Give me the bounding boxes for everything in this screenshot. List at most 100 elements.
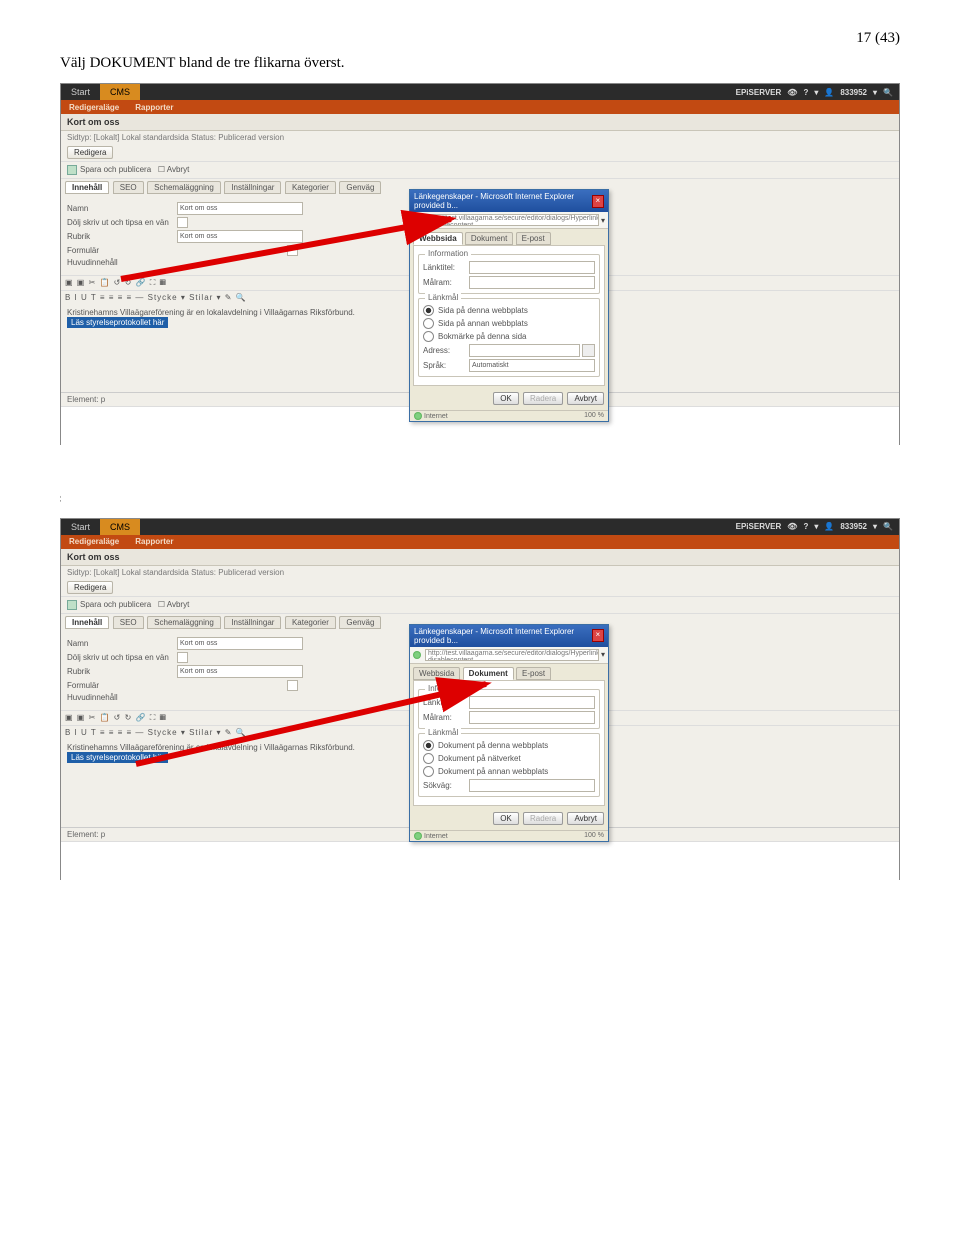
tab-inst[interactable]: Inställningar <box>224 181 281 194</box>
group-lankmal: Länkmål <box>425 728 461 737</box>
dlg-tab-dokument[interactable]: Dokument <box>463 667 514 680</box>
lanktitel-input[interactable] <box>469 261 595 274</box>
user-icon: 👤 <box>824 522 834 531</box>
user-label: 833952 <box>840 88 867 97</box>
status-zoom: 100 % <box>584 412 604 420</box>
radio-opt2[interactable] <box>423 753 434 764</box>
tab-kat[interactable]: Kategorier <box>285 181 336 194</box>
app-topbar: Start CMS EPiSERVER 👁 ?▾ 👤 833952▾ 🔍 <box>61 519 899 535</box>
radio-opt3[interactable] <box>423 331 434 342</box>
link-dialog: Länkegenskaper - Microsoft Internet Expl… <box>409 189 609 422</box>
dolj-checkbox[interactable] <box>177 652 188 663</box>
opt1-label: Dokument på denna webbplats <box>438 741 595 750</box>
eye-icon[interactable]: 👁 <box>787 522 797 531</box>
tab-schema[interactable]: Schemaläggning <box>147 181 221 194</box>
radio-opt1[interactable] <box>423 740 434 751</box>
malram-input[interactable] <box>469 276 595 289</box>
radio-opt1[interactable] <box>423 305 434 316</box>
status-internet: Internet <box>424 413 448 420</box>
save-button[interactable]: Spara och publicera <box>80 165 151 174</box>
close-icon[interactable]: × <box>592 629 604 642</box>
dolj-checkbox[interactable] <box>177 217 188 228</box>
formular-checkbox[interactable] <box>287 245 298 256</box>
element-path: Element: p <box>67 395 105 404</box>
dialog-title: Länkegenskaper - Microsoft Internet Expl… <box>414 627 592 645</box>
formular-checkbox[interactable] <box>287 680 298 691</box>
sokvag-input[interactable] <box>469 779 595 792</box>
url-field[interactable]: http://test.villaagarna.se/secure/editor… <box>425 649 599 661</box>
dlg-tab-webbsida[interactable]: Webbsida <box>413 232 463 245</box>
search-icon[interactable]: 🔍 <box>883 522 893 531</box>
subtab-rapporter[interactable]: Rapporter <box>127 537 181 546</box>
tab-seo[interactable]: SEO <box>113 616 144 629</box>
subtab-redigera[interactable]: Redigeraläge <box>61 537 127 546</box>
dropdown-icon[interactable]: ▾ <box>601 650 605 659</box>
avbryt-button[interactable]: Avbryt <box>167 600 190 609</box>
tab-start[interactable]: Start <box>61 84 100 100</box>
subbar: Redigeraläge Rapporter <box>61 100 899 114</box>
selected-link-text[interactable]: Läs styrelseprotokollet här <box>67 752 168 763</box>
malram-input[interactable] <box>469 711 595 724</box>
tab-start[interactable]: Start <box>61 519 100 535</box>
help-icon[interactable]: ? <box>803 522 808 531</box>
label-namn: Namn <box>67 204 177 213</box>
dlg-tab-webbsida[interactable]: Webbsida <box>413 667 460 680</box>
adress-input[interactable] <box>469 344 580 357</box>
ok-button[interactable]: OK <box>493 812 519 825</box>
tab-genvag[interactable]: Genväg <box>339 181 381 194</box>
tab-cms[interactable]: CMS <box>100 519 140 535</box>
help-icon[interactable]: ? <box>803 88 808 97</box>
lanktitel-input[interactable] <box>469 696 595 709</box>
dlg-tab-epost[interactable]: E-post <box>516 667 551 680</box>
save-button[interactable]: Spara och publicera <box>80 600 151 609</box>
selected-link-text[interactable]: Läs styrelseprotokollet här <box>67 317 168 328</box>
search-icon[interactable]: 🔍 <box>883 88 893 97</box>
radera-button: Radera <box>523 812 563 825</box>
dlg-tab-dokument[interactable]: Dokument <box>465 232 513 245</box>
group-info: Information <box>425 684 471 693</box>
subtab-redigera[interactable]: Redigeraläge <box>61 103 127 112</box>
close-icon[interactable]: × <box>592 195 604 208</box>
tab-inst[interactable]: Inställningar <box>224 616 281 629</box>
redigera-button[interactable]: Redigera <box>67 581 113 594</box>
avbryt-button[interactable]: Avbryt <box>567 812 604 825</box>
radio-opt2[interactable] <box>423 318 434 329</box>
element-path: Element: p <box>67 830 105 839</box>
tab-genvag[interactable]: Genväg <box>339 616 381 629</box>
radio-opt3[interactable] <box>423 766 434 777</box>
namn-input[interactable]: Kort om oss <box>177 202 303 215</box>
page-title: Kort om oss <box>61 114 899 131</box>
subtab-rapporter[interactable]: Rapporter <box>127 103 181 112</box>
tab-schema[interactable]: Schemaläggning <box>147 616 221 629</box>
body-text: Kristinehamns Villaägareförening är en l… <box>67 743 355 752</box>
dlg-tab-epost[interactable]: E-post <box>516 232 551 245</box>
dialog-title: Länkegenskaper - Microsoft Internet Expl… <box>414 192 592 210</box>
label-sokvag: Sökväg: <box>423 781 469 790</box>
page-meta: Sidtyp: [Lokalt] Lokal standardsida Stat… <box>61 566 899 579</box>
save-icon <box>67 165 77 175</box>
rubrik-input[interactable]: Kort om oss <box>177 665 303 678</box>
tab-innehall[interactable]: Innehåll <box>65 616 109 629</box>
tab-cms[interactable]: CMS <box>100 84 140 100</box>
dropdown-icon[interactable]: ▾ <box>601 216 605 225</box>
ok-button[interactable]: OK <box>493 392 519 405</box>
tab-kat[interactable]: Kategorier <box>285 616 336 629</box>
redigera-button[interactable]: Redigera <box>67 146 113 159</box>
status-internet: Internet <box>424 833 448 840</box>
eye-icon[interactable]: 👁 <box>787 88 797 97</box>
label-dolj: Dölj skriv ut och tipsa en vän <box>67 218 177 227</box>
user-icon: 👤 <box>824 88 834 97</box>
tab-seo[interactable]: SEO <box>113 181 144 194</box>
screenshot-2: Start CMS EPiSERVER 👁 ?▾ 👤 833952▾ 🔍 Red… <box>60 518 900 880</box>
avbryt-button[interactable]: Avbryt <box>167 165 190 174</box>
opt3-label: Bokmärke på denna sida <box>438 332 595 341</box>
avbryt-button[interactable]: Avbryt <box>567 392 604 405</box>
sprak-select[interactable]: Automatiskt <box>469 359 595 372</box>
tab-innehall[interactable]: Innehåll <box>65 181 109 194</box>
url-field[interactable]: http://test.villaagarna.se/secure/editor… <box>425 214 599 226</box>
body-text: Kristinehamns Villaägareförening är en l… <box>67 308 355 317</box>
rubrik-input[interactable]: Kort om oss <box>177 230 303 243</box>
adress-picker[interactable] <box>582 344 595 357</box>
namn-input[interactable]: Kort om oss <box>177 637 303 650</box>
brand-label: EPiSERVER <box>736 522 782 531</box>
